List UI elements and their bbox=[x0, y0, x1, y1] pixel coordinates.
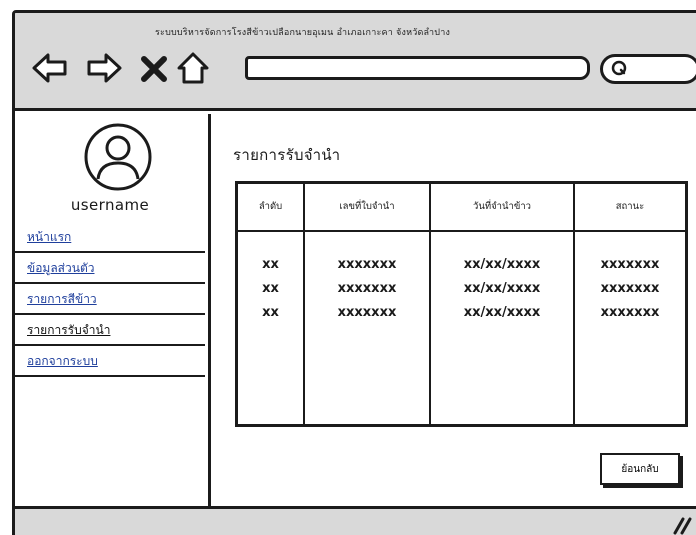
browser-window: ระบบบริหารจัดการโรงสีข้าวเปลือกนายอุเมน … bbox=[12, 10, 696, 535]
cell-status: xxxxxxx bbox=[573, 275, 687, 300]
column-header-pledge-number: เลขที่ใบจำนำ bbox=[303, 182, 430, 232]
cell-pledge-number: xxxxxxx bbox=[303, 230, 430, 276]
arrow-left-icon[interactable] bbox=[31, 51, 69, 85]
table-header-row: ลำดับ เลขที่ใบจำนำ วันที่จำนำข้าว สถานะ bbox=[236, 182, 687, 232]
sidebar-item-profile[interactable]: ข้อมูลส่วนตัว bbox=[15, 253, 205, 284]
table-row[interactable]: xx xxxxxxx xx/xx/xxxx xxxxxxx bbox=[237, 299, 687, 426]
column-header-status: สถานะ bbox=[573, 182, 687, 232]
cell-status: xxxxxxx bbox=[573, 299, 687, 426]
username-label: username bbox=[70, 196, 150, 214]
home-icon[interactable] bbox=[177, 51, 209, 85]
back-button[interactable]: ย้อนกลับ bbox=[600, 453, 680, 485]
page-title: รายการรับจำนำ bbox=[233, 146, 341, 164]
sidebar-menu: หน้าแรก ข้อมูลส่วนตัว รายการสีข้าว รายกา… bbox=[15, 222, 205, 377]
cell-pledge-number: xxxxxxx bbox=[303, 275, 430, 300]
browser-toolbar: ระบบบริหารจัดการโรงสีข้าวเปลือกนายอุเมน … bbox=[15, 13, 696, 111]
column-header-order: ลำดับ bbox=[236, 182, 304, 232]
close-icon[interactable] bbox=[139, 51, 169, 85]
sidebar-item-milling-list[interactable]: รายการสีข้าว bbox=[15, 284, 205, 315]
resize-grip-icon[interactable] bbox=[669, 511, 693, 535]
cell-order: xx bbox=[262, 256, 279, 272]
search-input[interactable] bbox=[600, 54, 696, 84]
search-icon bbox=[611, 60, 627, 76]
cell-status: xxxxxxx bbox=[573, 230, 687, 276]
cell-pledge-date: xx/xx/xxxx bbox=[429, 230, 574, 276]
cell-pledge-date: xx/xx/xxxx bbox=[429, 299, 574, 426]
sidebar: username หน้าแรก ข้อมูลส่วนตัว รายการสีข… bbox=[15, 114, 211, 506]
sidebar-item-logout[interactable]: ออกจากระบบ bbox=[15, 346, 205, 377]
table-row[interactable]: xx xxxxxxx xx/xx/xxxx xxxxxxx bbox=[237, 275, 687, 300]
arrow-right-icon[interactable] bbox=[85, 51, 123, 85]
cell-order: xx bbox=[262, 304, 279, 320]
table-row[interactable]: xx xxxxxxx xx/xx/xxxx xxxxxxx bbox=[237, 230, 687, 276]
cell-pledge-date: xx/xx/xxxx bbox=[429, 275, 574, 300]
address-bar[interactable] bbox=[245, 56, 590, 80]
sidebar-item-home[interactable]: หน้าแรก bbox=[15, 222, 205, 253]
window-title: ระบบบริหารจัดการโรงสีข้าวเปลือกนายอุเมน … bbox=[155, 28, 451, 38]
sidebar-item-pledge-list[interactable]: รายการรับจำนำ bbox=[15, 315, 205, 346]
user-avatar-icon bbox=[84, 123, 152, 191]
cell-order: xx bbox=[262, 280, 279, 296]
column-header-pledge-date: วันที่จำนำข้าว bbox=[429, 182, 574, 232]
pledge-table: ลำดับ เลขที่ใบจำนำ วันที่จำนำข้าว สถานะ … bbox=[235, 181, 688, 427]
cell-pledge-number: xxxxxxx bbox=[303, 299, 430, 426]
status-bar bbox=[15, 506, 696, 535]
